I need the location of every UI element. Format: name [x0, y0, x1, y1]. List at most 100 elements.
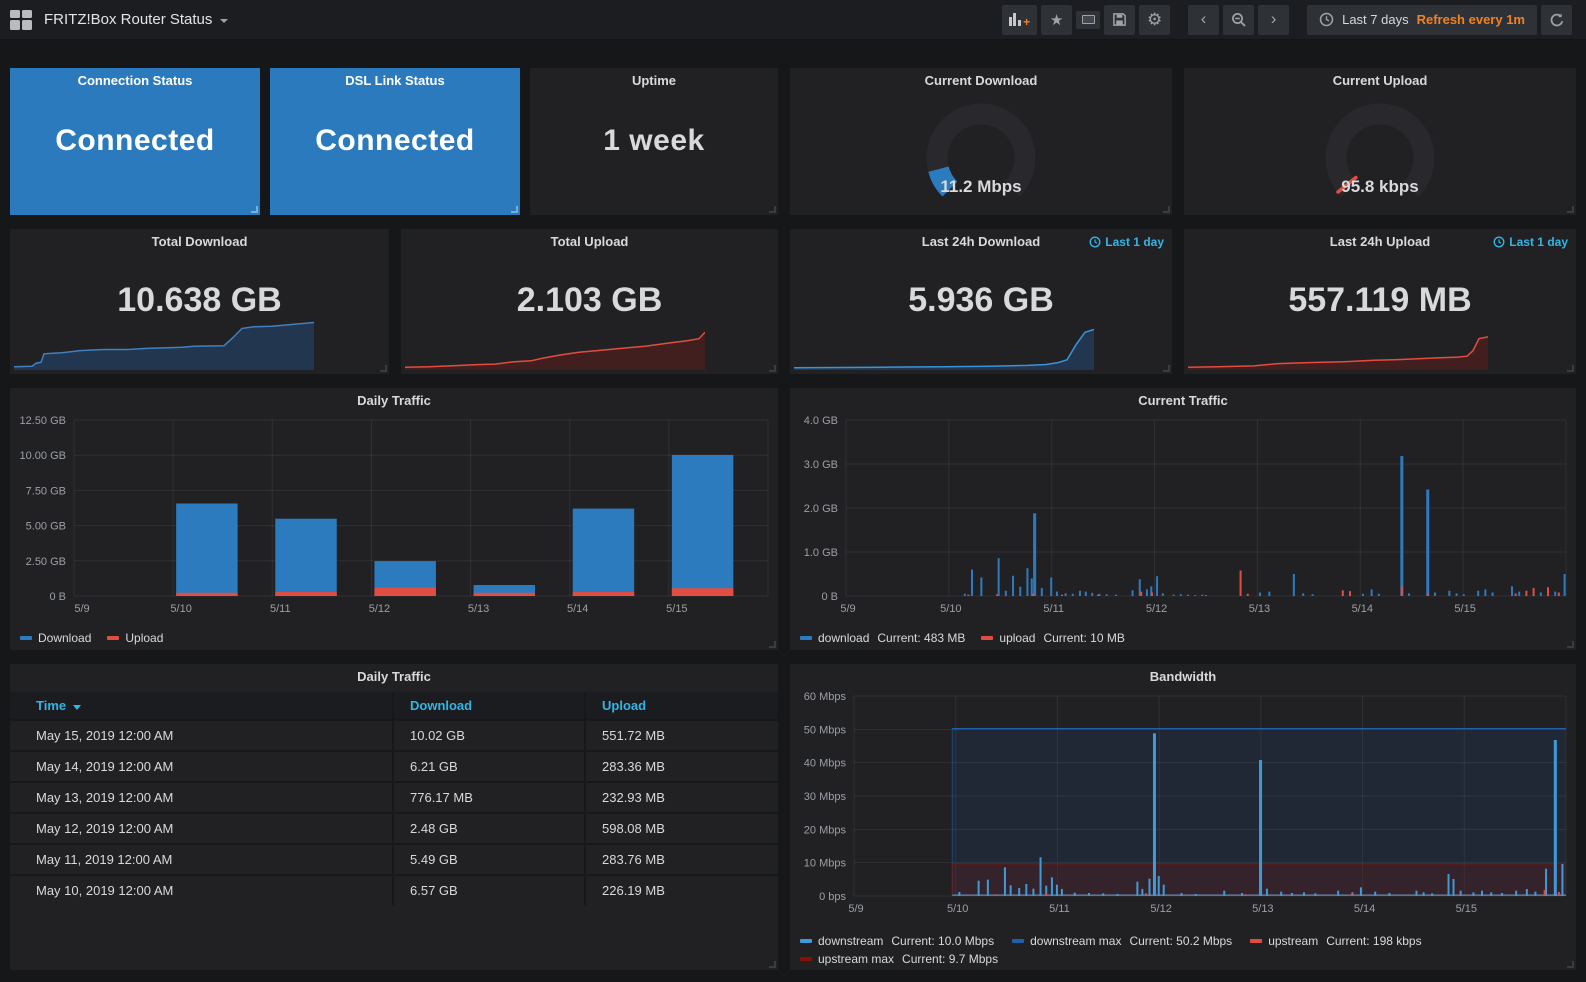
total-upload-value: 2.103 GB: [516, 281, 663, 319]
svg-text:5/13: 5/13: [468, 603, 489, 615]
clock-icon: [1089, 236, 1101, 248]
panel-total-upload: Total Upload 2.103 GB: [401, 229, 778, 374]
legend-item[interactable]: Download: [20, 631, 91, 645]
total-upload-sparkline: [405, 331, 705, 370]
share-button[interactable]: [1076, 10, 1101, 29]
panel-resize-handle[interactable]: [511, 206, 518, 213]
sort-desc-icon: [73, 705, 82, 710]
legend-item[interactable]: Upload: [107, 631, 163, 645]
time-range-button[interactable]: Last 7 days Refresh every 1m: [1307, 4, 1537, 35]
legend-item[interactable]: downstream max Current: 50.2 Mbps: [1012, 934, 1232, 948]
panel-resize-handle[interactable]: [769, 961, 776, 968]
column-header-upload[interactable]: Upload: [586, 692, 778, 719]
svg-text:5.00 GB: 5.00 GB: [26, 521, 66, 533]
refresh-icon: [1550, 13, 1563, 26]
panel-title[interactable]: Current Download: [790, 68, 1172, 94]
panel-current-upload: Current Upload 95.8 kbps: [1184, 68, 1576, 215]
add-panel-button[interactable]: +: [1001, 4, 1038, 35]
legend-item[interactable]: download Current: 483 MB: [800, 631, 965, 645]
panel-resize-handle[interactable]: [769, 206, 776, 213]
svg-text:3.0 GB: 3.0 GB: [804, 459, 838, 471]
legend-swatch: [20, 636, 32, 640]
svg-text:5/11: 5/11: [1043, 603, 1064, 615]
total-download-sparkline: [14, 321, 314, 370]
svg-text:20 Mbps: 20 Mbps: [804, 824, 847, 836]
svg-text:5/15: 5/15: [1456, 903, 1477, 915]
connection-status-value: Connected: [55, 124, 215, 157]
chevron-right-icon: ›: [1270, 9, 1277, 28]
grafana-logo[interactable]: [10, 9, 32, 30]
daily-traffic-table: Time Download Upload May 15, 2019 12:00 …: [10, 692, 778, 905]
legend-swatch: [107, 636, 120, 640]
legend-item[interactable]: upstream Current: 198 kbps: [1250, 934, 1422, 948]
column-header-time[interactable]: Time: [10, 692, 394, 719]
settings-button[interactable]: ⚙: [1139, 4, 1171, 35]
svg-text:5/14: 5/14: [567, 603, 588, 615]
column-header-download[interactable]: Download: [394, 692, 586, 719]
svg-text:50 Mbps: 50 Mbps: [804, 724, 847, 736]
clock-icon: [1493, 236, 1505, 248]
panel-title[interactable]: Uptime: [530, 68, 778, 94]
panel-resize-handle[interactable]: [1567, 961, 1574, 968]
refresh-interval-label: Refresh every 1m: [1416, 12, 1525, 27]
svg-text:5/9: 5/9: [840, 603, 855, 615]
panel-resize-handle[interactable]: [769, 365, 776, 372]
panel-title[interactable]: Daily Traffic: [10, 664, 778, 690]
legend-item[interactable]: upstream max Current: 9.7 Mbps: [800, 952, 998, 966]
panel-title[interactable]: Total Download: [10, 229, 389, 255]
panel-resize-handle[interactable]: [1163, 206, 1170, 213]
dashboard-title-dropdown[interactable]: FRITZ!Box Router Status: [44, 11, 229, 28]
chevron-left-icon: ‹: [1200, 9, 1207, 28]
panel-current-traffic-chart: Current Traffic 0 B 1.0 GB 2.0 GB 3.0 GB 4.0…: [790, 388, 1576, 650]
table-row: May 12, 2019 12:00 AM 2.48 GB 598.08 MB: [10, 812, 778, 843]
panel-resize-handle[interactable]: [1567, 641, 1574, 648]
svg-text:5/15: 5/15: [666, 603, 687, 615]
zoom-out-button[interactable]: [1223, 4, 1255, 35]
panel-title[interactable]: Current Upload: [1184, 68, 1576, 94]
panel-title[interactable]: Current Traffic: [790, 388, 1576, 414]
panel-last24h-upload: Last 24h Upload Last 1 day 557.119 MB: [1184, 229, 1576, 374]
navbar: FRITZ!Box Router Status + ★ ⚙ ‹ › Last 7…: [0, 0, 1586, 40]
svg-text:0 bps: 0 bps: [819, 891, 846, 903]
current-traffic-chart[interactable]: 0 B 1.0 GB 2.0 GB 3.0 GB 4.0 GB 5/9 5/10 5/11 5/…: [790, 414, 1576, 622]
svg-text:0 B: 0 B: [821, 591, 838, 603]
panel-resize-handle[interactable]: [251, 206, 258, 213]
svg-text:5/12: 5/12: [1150, 903, 1171, 915]
panel-title[interactable]: Connection Status: [10, 68, 260, 94]
panel-last24h-download: Last 24h Download Last 1 day 5.936 GB: [790, 229, 1172, 374]
svg-text:10.00 GB: 10.00 GB: [20, 450, 66, 462]
panel-resize-handle[interactable]: [1567, 206, 1574, 213]
current-download-value: 11.2 Mbps: [940, 177, 1022, 196]
panel-title[interactable]: Bandwidth: [790, 664, 1576, 690]
svg-text:5/13: 5/13: [1252, 903, 1273, 915]
svg-text:5/9: 5/9: [848, 903, 863, 915]
daily-traffic-chart[interactable]: 0 B 2.50 GB 5.00 GB 7.50 GB 10.00 GB 12.50 GB…: [10, 414, 778, 622]
panel-resize-handle[interactable]: [769, 641, 776, 648]
svg-text:0 B: 0 B: [49, 591, 66, 603]
legend-item[interactable]: downstream Current: 10.0 Mbps: [800, 934, 994, 948]
panel-resize-handle[interactable]: [380, 365, 387, 372]
clock-icon: [1319, 12, 1334, 27]
current-upload-value: 95.8 kbps: [1341, 177, 1419, 196]
legend-swatch: [800, 957, 812, 961]
refresh-button[interactable]: [1541, 4, 1572, 35]
panel-resize-handle[interactable]: [1163, 365, 1170, 372]
chart-legend: download Current: 483 MB upload Current:…: [800, 631, 1125, 645]
panel-daily-traffic-chart: Daily Traffic 0 B 2.50 GB 5.00 GB 7.50 GB 10…: [10, 388, 778, 650]
save-button[interactable]: [1104, 4, 1136, 35]
panel-title[interactable]: Daily Traffic: [10, 388, 778, 414]
svg-text:5/11: 5/11: [270, 603, 291, 615]
timeshift-label: Last 1 day: [1105, 235, 1164, 249]
bandwidth-chart[interactable]: 0 bps 10 Mbps 20 Mbps 30 Mbps 40 Mbps 50 Mbps…: [790, 690, 1576, 922]
svg-text:10 Mbps: 10 Mbps: [804, 858, 847, 870]
panel-resize-handle[interactable]: [1567, 365, 1574, 372]
svg-text:5/14: 5/14: [1354, 903, 1375, 915]
time-forward-button[interactable]: ›: [1258, 4, 1290, 35]
time-range-label: Last 7 days: [1342, 12, 1409, 27]
time-back-button[interactable]: ‹: [1188, 4, 1220, 35]
star-button[interactable]: ★: [1041, 4, 1073, 35]
panel-title[interactable]: Total Upload: [401, 229, 778, 255]
panel-title[interactable]: DSL Link Status: [270, 68, 520, 94]
legend-item[interactable]: upload Current: 10 MB: [981, 631, 1125, 645]
table-row: May 13, 2019 12:00 AM 776.17 MB 232.93 M…: [10, 781, 778, 812]
